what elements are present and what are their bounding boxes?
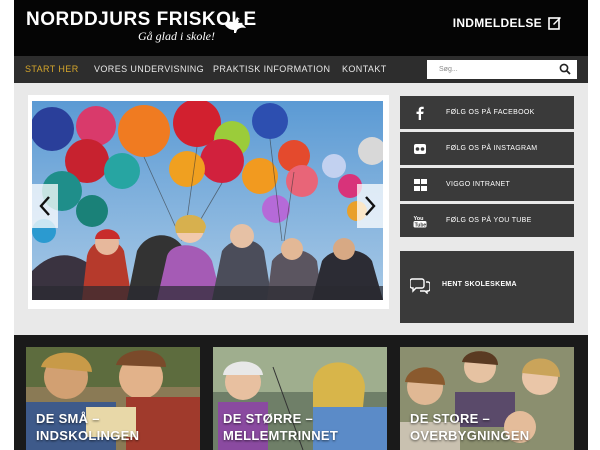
card-title-line2: INDSKOLINGEN — [36, 428, 140, 443]
card-title-line1: DE STORE – — [410, 411, 491, 426]
bird-icon — [225, 17, 246, 33]
card-title: DE STØRRE – MELLEMTRINNET — [223, 410, 338, 444]
main-section: FØLG OS PÅ FACEBOOK FØLG OS PÅ INSTAGRAM… — [14, 83, 588, 335]
signup-link[interactable]: INDMELDELSE — [453, 16, 562, 30]
youtube-label: FØLG OS PÅ YOU TUBE — [446, 217, 532, 224]
slider-prev-button[interactable] — [32, 184, 58, 228]
facebook-icon — [412, 105, 428, 121]
search-icon[interactable] — [559, 63, 571, 75]
schedule-label: HENT SKOLESKEMA — [442, 281, 517, 288]
chevron-left-icon — [39, 196, 50, 216]
grid-icon — [412, 177, 428, 193]
facebook-label: FØLG OS PÅ FACEBOOK — [446, 109, 535, 116]
viggo-intranet-link[interactable]: VIGGO INTRANET — [400, 168, 574, 201]
viggo-intranet-label: VIGGO INTRANET — [446, 181, 511, 188]
nav-item-contact[interactable]: KONTAKT — [342, 56, 387, 83]
youtube-icon: You Tube — [412, 213, 428, 229]
page: NORDDJURS FRISKOLE Gå glad i skole! INDM… — [14, 0, 588, 450]
card-title: DE SMÅ – INDSKOLINGEN — [36, 410, 139, 444]
youtube-link[interactable]: You Tube FØLG OS PÅ YOU TUBE — [400, 204, 574, 237]
slide-image — [32, 101, 383, 300]
site-header: NORDDJURS FRISKOLE Gå glad i skole! INDM… — [14, 0, 588, 56]
card-title-line1: DE STØRRE – — [223, 411, 313, 426]
svg-text:Tube: Tube — [415, 222, 427, 228]
search-input[interactable] — [427, 60, 551, 79]
instagram-label: FØLG OS PÅ INSTAGRAM — [446, 145, 538, 152]
signup-label: INDMELDELSE — [452, 16, 542, 30]
schedule-button[interactable]: HENT SKOLESKEMA — [400, 251, 574, 323]
site-logo[interactable]: NORDDJURS FRISKOLE Gå glad i skole! — [26, 9, 257, 43]
card-title: DE STORE – OVERBYGNINGEN — [410, 410, 529, 444]
department-section: DE SMÅ – INDSKOLINGEN DE STØRRE – MELLEM… — [14, 335, 588, 450]
card-title-line2: MELLEMTRINNET — [223, 428, 339, 443]
card-mellemtrinnet[interactable]: DE STØRRE – MELLEMTRINNET — [213, 347, 387, 450]
chat-icon — [410, 278, 430, 294]
chevron-right-icon — [365, 196, 376, 216]
search-box — [427, 60, 577, 79]
card-overbygningen[interactable]: DE STORE – OVERBYGNINGEN — [400, 347, 574, 450]
instagram-link[interactable]: FØLG OS PÅ INSTAGRAM — [400, 132, 574, 165]
card-title-line2: OVERBYGNINGEN — [410, 428, 530, 443]
slider-frame — [28, 95, 389, 309]
card-indskolingen[interactable]: DE SMÅ – INDSKOLINGEN — [26, 347, 200, 450]
slider-next-button[interactable] — [357, 184, 383, 228]
nav-item-practical-info[interactable]: PRAKTISK INFORMATION — [213, 56, 330, 83]
facebook-link[interactable]: FØLG OS PÅ FACEBOOK — [400, 96, 574, 129]
instagram-icon — [412, 141, 428, 157]
nav-item-teaching[interactable]: VORES UNDERVISNING — [94, 56, 204, 83]
logo-tagline: Gå glad i skole! — [138, 29, 215, 43]
nav-item-start[interactable]: START HER — [25, 56, 79, 83]
main-nav: START HER VORES UNDERVISNING PRAKTISK IN… — [14, 56, 588, 83]
edit-icon — [548, 17, 561, 30]
card-title-line1: DE SMÅ – — [36, 411, 100, 426]
image-slider[interactable] — [32, 101, 383, 300]
